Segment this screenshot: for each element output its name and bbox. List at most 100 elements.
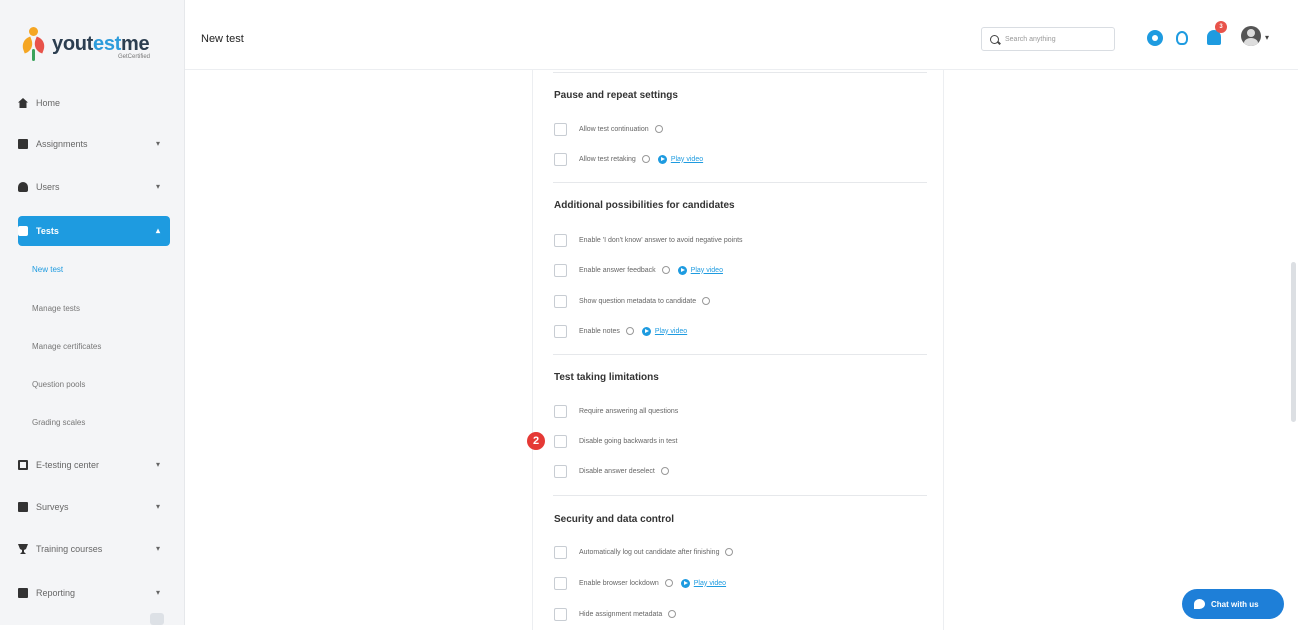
option-enable-notes: Enable notes Play video [554, 324, 687, 338]
info-icon[interactable] [654, 125, 663, 133]
checkbox[interactable] [554, 607, 567, 621]
checkbox[interactable] [554, 122, 567, 136]
section-title-additional-possibilities: Additional possibilities for candidates [554, 200, 735, 211]
reporting-icon [18, 588, 28, 598]
info-icon[interactable] [661, 266, 670, 274]
search-placeholder: Search anything [1005, 35, 1056, 43]
play-video-link[interactable]: Play video [657, 154, 703, 164]
chevron-down-icon: ▾ [155, 139, 160, 148]
chevron-down-icon: ▾ [155, 182, 160, 191]
tests-icon [18, 226, 28, 236]
option-allow-test-continuation: Allow test continuation [554, 122, 663, 136]
sidebar-item-assignments[interactable]: Assignments ▾ [18, 129, 170, 159]
play-icon [677, 265, 687, 275]
sidebar-item-tests[interactable]: Tests ▴ [18, 216, 170, 246]
logo-icon [19, 27, 48, 61]
chevron-down-icon[interactable]: ▾ [1265, 33, 1269, 42]
users-icon [18, 182, 28, 192]
sidebar-item-surveys[interactable]: Surveys ▾ [18, 492, 170, 522]
brand-subtitle: GetCertified [118, 54, 151, 60]
help-icon[interactable] [1147, 30, 1163, 46]
chevron-down-icon: ▾ [155, 544, 160, 553]
checkbox[interactable] [554, 576, 567, 590]
sidebar-item-label: Assignments [36, 139, 88, 149]
option-auto-logout: Automatically log out candidate after fi… [554, 545, 734, 559]
brand-name: youtestme [52, 33, 150, 55]
divider [553, 354, 927, 355]
sidebar-item-users[interactable]: Users ▾ [18, 172, 170, 202]
checkbox[interactable] [554, 233, 567, 247]
page-title: New test [201, 33, 244, 45]
checkbox[interactable] [554, 434, 567, 448]
option-require-answering-all: Require answering all questions [554, 404, 678, 418]
option-enable-dont-know-answer: Enable 'I don't know' answer to avoid ne… [554, 233, 743, 247]
option-label: Enable answer feedback [579, 266, 656, 274]
chevron-up-icon: ▴ [155, 226, 160, 235]
divider [553, 72, 927, 73]
checkbox[interactable] [554, 294, 567, 308]
chat-icon [1194, 599, 1205, 609]
chevron-down-icon: ▾ [155, 460, 160, 469]
sidebar: youtestme GetCertified Home Assignments … [0, 0, 185, 625]
avatar[interactable] [1241, 26, 1261, 46]
checkbox[interactable] [554, 545, 567, 559]
divider [553, 182, 927, 183]
option-disable-answer-deselect: Disable answer deselect [554, 464, 669, 478]
sidebar-item-home[interactable]: Home [18, 88, 170, 118]
option-enable-browser-lockdown: Enable browser lockdown Play video [554, 576, 726, 590]
sidebar-subitem-question-pools[interactable]: Question pools [32, 380, 85, 389]
chevron-down-icon: ▾ [155, 588, 160, 597]
option-label: Enable notes [579, 327, 620, 335]
option-hide-assignment-metadata: Hide assignment metadata [554, 607, 677, 621]
home-icon [18, 98, 28, 108]
checkbox[interactable] [554, 464, 567, 478]
info-icon[interactable] [625, 327, 634, 335]
sidebar-item-label: Users [36, 182, 60, 192]
page-scrollbar[interactable] [1291, 262, 1296, 422]
sidebar-subitem-manage-certificates[interactable]: Manage certificates [32, 342, 101, 351]
play-video-link[interactable]: Play video [680, 578, 726, 588]
checkbox[interactable] [554, 263, 567, 277]
play-video-link[interactable]: Play video [641, 326, 687, 336]
sidebar-item-label: Reporting [36, 588, 76, 598]
option-label: Disable answer deselect [579, 467, 655, 475]
sidebar-item-label: Home [36, 98, 61, 108]
sidebar-item-label: Training courses [36, 544, 103, 554]
info-icon[interactable] [664, 579, 673, 587]
option-label: Disable going backwards in test [579, 437, 678, 445]
play-icon [680, 578, 690, 588]
search-input[interactable]: Search anything [981, 27, 1115, 51]
option-allow-test-retaking: Allow test retaking Play video [554, 152, 703, 166]
sidebar-collapse-handle[interactable] [150, 613, 164, 625]
sidebar-item-training-courses[interactable]: Training courses ▾ [18, 534, 170, 564]
sidebar-subitem-grading-scales[interactable]: Grading scales [32, 418, 85, 427]
info-icon[interactable] [668, 610, 677, 618]
option-label: Hide assignment metadata [579, 610, 663, 618]
chat-button[interactable]: Chat with us [1182, 589, 1284, 619]
option-label: Allow test retaking [579, 155, 636, 163]
sidebar-item-label: Surveys [36, 502, 69, 512]
option-show-question-metadata: Show question metadata to candidate [554, 294, 711, 308]
sidebar-subitem-new-test[interactable]: New test [32, 265, 63, 274]
info-icon[interactable] [702, 297, 711, 305]
play-video-link[interactable]: Play video [677, 265, 723, 275]
sidebar-subitem-manage-tests[interactable]: Manage tests [32, 304, 80, 313]
sidebar-item-reporting[interactable]: Reporting ▾ [18, 578, 170, 608]
lightbulb-icon[interactable] [1176, 31, 1188, 45]
info-icon[interactable] [725, 548, 734, 556]
step-marker: 2 [527, 432, 545, 450]
testing-center-icon [18, 460, 28, 470]
play-icon [657, 154, 667, 164]
notification-badge: 3 [1215, 21, 1227, 33]
top-header: New test Search anything 3 ▾ [185, 0, 1298, 70]
trophy-icon [18, 544, 28, 554]
checkbox[interactable] [554, 324, 567, 338]
info-icon[interactable] [660, 467, 669, 475]
search-icon [990, 34, 999, 44]
sidebar-item-e-testing-center[interactable]: E-testing center ▾ [18, 450, 170, 480]
test-settings-card: Pause and repeat settings Allow test con… [532, 70, 944, 630]
info-icon[interactable] [641, 155, 650, 163]
checkbox[interactable] [554, 404, 567, 418]
checkbox[interactable] [554, 152, 567, 166]
chevron-down-icon: ▾ [155, 502, 160, 511]
